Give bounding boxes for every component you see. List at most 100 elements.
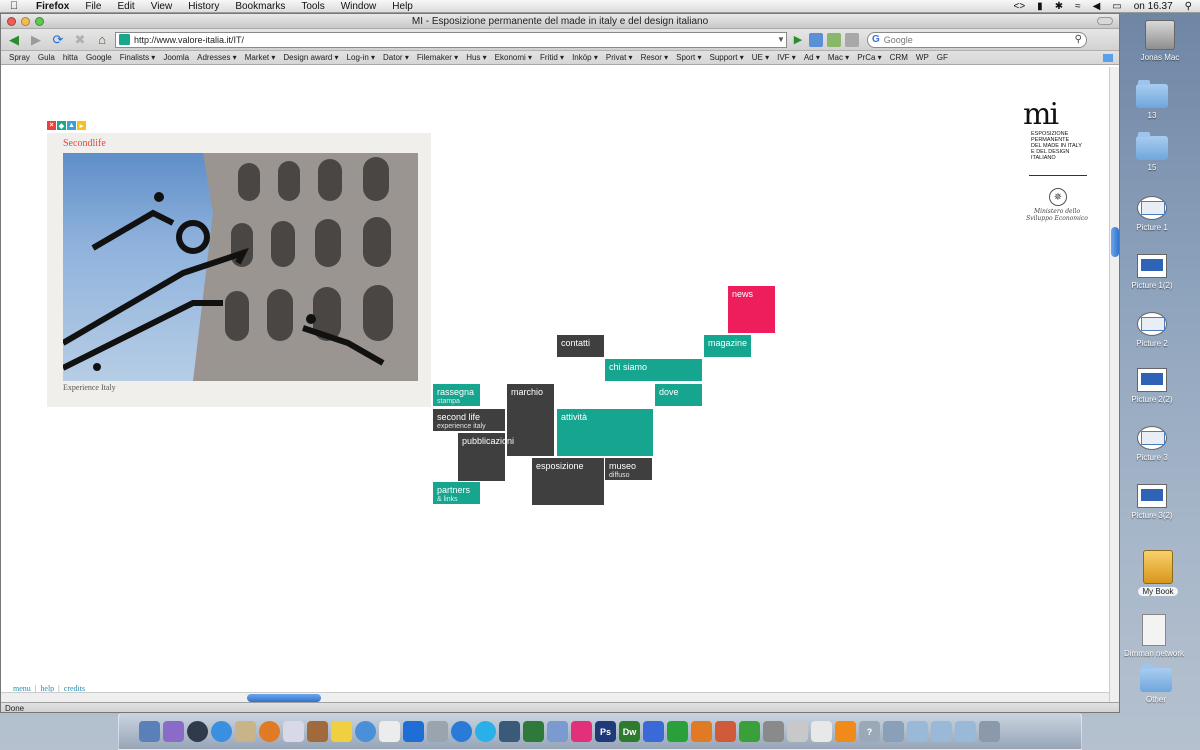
horizontal-scroll-thumb[interactable] bbox=[247, 694, 321, 702]
mi-logo[interactable]: mi Esposizione permanente del made in it… bbox=[1023, 100, 1093, 223]
bookmark-item[interactable]: CRM bbox=[886, 53, 912, 62]
preview-icon[interactable] bbox=[427, 721, 448, 742]
window-titlebar[interactable]: MI - Esposizione permanente del made in … bbox=[1, 14, 1119, 29]
search-icon[interactable]: ⚲ bbox=[1075, 34, 1082, 45]
bookmark-item[interactable]: Filemaker ▾ bbox=[413, 53, 462, 62]
panel-arrow-icon[interactable]: ▸ bbox=[77, 121, 86, 130]
extension-icon[interactable] bbox=[809, 32, 823, 47]
imovie-icon[interactable] bbox=[331, 721, 352, 742]
url-text[interactable]: http://www.valore-italia.it/IT/ bbox=[134, 35, 244, 45]
bookmark-item[interactable]: Market ▾ bbox=[241, 53, 280, 62]
iphoto-icon[interactable] bbox=[307, 721, 328, 742]
ical-icon[interactable] bbox=[355, 721, 376, 742]
database-icon[interactable] bbox=[787, 721, 808, 742]
google-earth-icon[interactable] bbox=[451, 721, 472, 742]
bookmark-item[interactable]: WP bbox=[912, 53, 933, 62]
user-icon[interactable] bbox=[883, 721, 904, 742]
dashboard-icon[interactable] bbox=[187, 721, 208, 742]
menu-tools[interactable]: Tools bbox=[293, 1, 332, 12]
bookmark-item[interactable]: Spray bbox=[5, 53, 34, 62]
bookmark-item[interactable]: UE ▾ bbox=[748, 53, 773, 62]
bookmark-item[interactable]: Privat ▾ bbox=[602, 53, 637, 62]
script-editor-icon[interactable] bbox=[763, 721, 784, 742]
tile-pubblicazioni[interactable]: pubblicazioni bbox=[458, 433, 514, 481]
spotlight-icon[interactable]: ⚲ bbox=[1185, 1, 1192, 12]
photoshop-icon[interactable]: Ps bbox=[595, 721, 616, 742]
bookmark-item[interactable]: Google bbox=[82, 53, 116, 62]
desktop-icon-jonas-mac[interactable]: Jonas Mac bbox=[1120, 20, 1200, 62]
close-window-button[interactable] bbox=[7, 16, 16, 26]
desktop-icon-picture-3[interactable]: Picture 3 bbox=[1112, 426, 1192, 462]
desktop-icon-other[interactable]: Other bbox=[1116, 664, 1196, 704]
powerpoint-icon[interactable] bbox=[691, 721, 712, 742]
app-icon-blue[interactable] bbox=[547, 721, 568, 742]
bookmark-item[interactable]: Fritid ▾ bbox=[536, 53, 568, 62]
itunes-icon[interactable] bbox=[283, 721, 304, 742]
tile-contatti[interactable]: contatti bbox=[557, 335, 604, 357]
desktop-icon-picture-1[interactable]: Picture 1 bbox=[1112, 196, 1192, 232]
menu-bookmarks[interactable]: Bookmarks bbox=[227, 1, 293, 12]
toolbar-toggle-button[interactable] bbox=[1097, 17, 1113, 25]
tile-partners[interactable]: partners & links bbox=[433, 482, 480, 504]
battery-icon[interactable]: ▭ bbox=[1112, 1, 1121, 12]
zoom-window-button[interactable] bbox=[35, 16, 44, 26]
bookmark-item[interactable]: Gula bbox=[34, 53, 59, 62]
minimize-window-button[interactable] bbox=[21, 16, 30, 26]
tile-attivita[interactable]: attività bbox=[557, 409, 653, 456]
forward-arrow-icon[interactable]: ▶ bbox=[27, 31, 45, 49]
menu-help[interactable]: Help bbox=[384, 1, 421, 12]
panel-up-icon[interactable]: ▲ bbox=[67, 121, 76, 130]
panel-close-icon[interactable]: × bbox=[47, 121, 56, 130]
panel-diamond-icon[interactable]: ◆ bbox=[57, 121, 66, 130]
display-icon[interactable]: ▮ bbox=[1037, 1, 1043, 12]
bookmark-item[interactable]: Hus ▾ bbox=[462, 53, 490, 62]
desktop-icon-picture-3-2[interactable]: Picture 3(2) bbox=[1112, 484, 1192, 520]
menu-file[interactable]: File bbox=[77, 1, 109, 12]
desktop-icon-picture-2-2[interactable]: Picture 2(2) bbox=[1112, 368, 1192, 404]
bookmark-item[interactable]: Ekonomi ▾ bbox=[491, 53, 536, 62]
dreamweaver-icon[interactable]: Dw bbox=[619, 721, 640, 742]
trash-icon[interactable] bbox=[979, 721, 1000, 742]
address-book-icon[interactable] bbox=[235, 721, 256, 742]
bookmark-item[interactable]: Adresses ▾ bbox=[193, 53, 241, 62]
menu-view[interactable]: View bbox=[143, 1, 181, 12]
panel-photo[interactable] bbox=[63, 153, 418, 381]
code-icon[interactable]: <> bbox=[1013, 1, 1025, 12]
chart-app-icon[interactable] bbox=[739, 721, 760, 742]
bookmark-item[interactable]: Mac ▾ bbox=[824, 53, 853, 62]
print-icon[interactable] bbox=[845, 32, 859, 47]
terminal-icon[interactable] bbox=[811, 721, 832, 742]
go-arrow-icon[interactable]: ▶ bbox=[791, 33, 805, 47]
skype-icon[interactable] bbox=[475, 721, 496, 742]
tile-museo[interactable]: museo diffuso bbox=[605, 458, 652, 480]
documents-stack-icon[interactable] bbox=[931, 721, 952, 742]
bookmark-item[interactable]: Sport ▾ bbox=[672, 53, 705, 62]
quicktime-icon[interactable] bbox=[403, 721, 424, 742]
bookmark-item[interactable]: Design award ▾ bbox=[279, 53, 342, 62]
url-bar[interactable]: http://www.valore-italia.it/IT/ ▼ bbox=[115, 31, 787, 48]
bookmark-item[interactable]: Finalists ▾ bbox=[116, 53, 160, 62]
bluetooth-icon[interactable]: ✱ bbox=[1055, 1, 1063, 12]
bookmark-item[interactable]: IVF ▾ bbox=[773, 53, 800, 62]
vlc-icon[interactable] bbox=[835, 721, 856, 742]
bookmark-item[interactable]: Support ▾ bbox=[706, 53, 748, 62]
folder-stack-icon[interactable] bbox=[907, 721, 928, 742]
app-icon-green[interactable] bbox=[523, 721, 544, 742]
tile-chi-siamo[interactable]: chi siamo bbox=[605, 359, 702, 381]
textedit-icon[interactable] bbox=[379, 721, 400, 742]
desktop-icon-picture-1-2[interactable]: Picture 1(2) bbox=[1112, 254, 1192, 290]
menu-app-name[interactable]: Firefox bbox=[28, 1, 77, 12]
time-machine-icon[interactable] bbox=[499, 721, 520, 742]
safari-icon[interactable] bbox=[211, 721, 232, 742]
desktop-icon-my-book[interactable]: My Book bbox=[1118, 550, 1198, 596]
reload-icon[interactable]: ⟳ bbox=[49, 31, 67, 49]
tile-news[interactable]: news bbox=[728, 286, 775, 333]
menu-edit[interactable]: Edit bbox=[109, 1, 142, 12]
tile-second-life[interactable]: second life experience italy bbox=[433, 409, 505, 431]
url-dropdown-icon[interactable]: ▼ bbox=[776, 35, 786, 44]
excel-icon[interactable] bbox=[667, 721, 688, 742]
bookmark-item[interactable]: Joomla bbox=[159, 53, 193, 62]
bookmark-item[interactable]: Ad ▾ bbox=[800, 53, 824, 62]
downloads-stack-icon[interactable] bbox=[955, 721, 976, 742]
back-arrow-icon[interactable]: ◀ bbox=[5, 31, 23, 49]
